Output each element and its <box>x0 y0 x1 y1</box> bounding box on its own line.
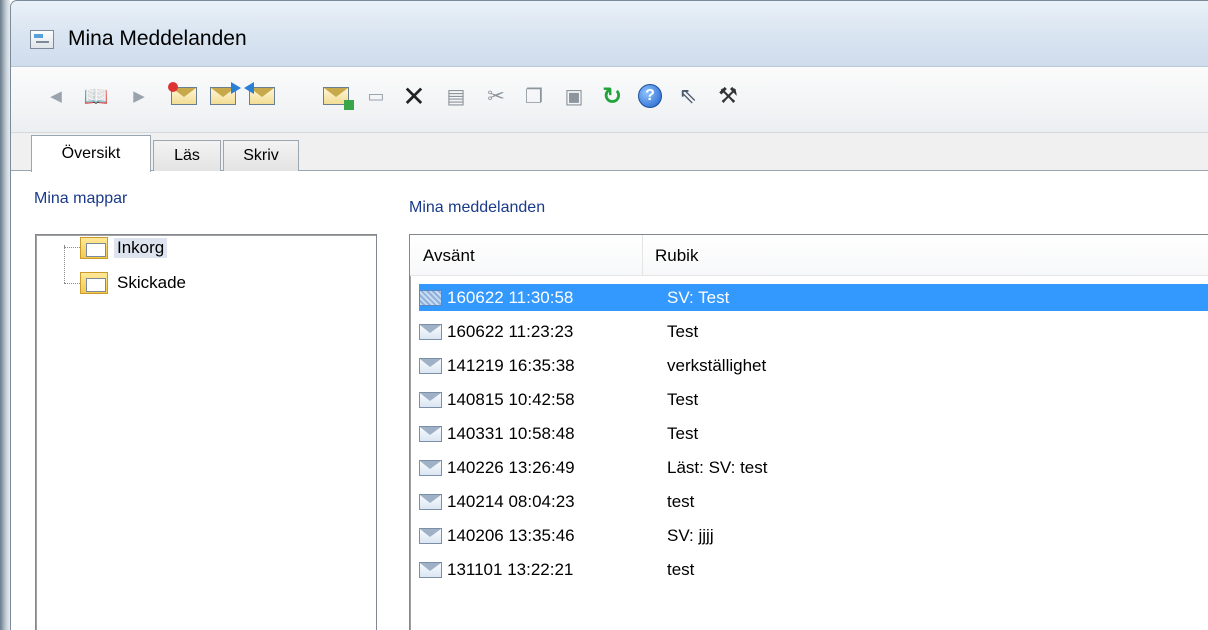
app-window: Mina Meddelanden ◀ 📖 ▶ ▭ ✕ ▤ ✂ ❐ ▣ ↻ ? ⇖… <box>10 0 1208 630</box>
window-icon <box>30 30 54 49</box>
message-icon <box>419 527 442 544</box>
print-icon[interactable]: ▤ <box>441 81 471 111</box>
message-list[interactable]: Avsänt Rubik 160622 11:30:58 SV: Test 16… <box>409 234 1208 630</box>
toolbar: ◀ 📖 ▶ ▭ ✕ ▤ ✂ ❐ ▣ ↻ ? ⇖ ⚒ <box>11 67 1208 195</box>
window-title: Mina Meddelanden <box>68 27 247 50</box>
table-row[interactable]: 140815 10:42:58 Test <box>419 386 1208 413</box>
message-icon <box>419 323 442 340</box>
message-icon <box>419 561 442 578</box>
message-icon <box>419 459 442 476</box>
message-icon <box>419 357 442 374</box>
table-row[interactable]: 140331 10:58:48 Test <box>419 420 1208 447</box>
table-row[interactable]: 160622 11:30:58 SV: Test <box>419 284 1208 311</box>
folder-skickade[interactable]: Skickade <box>80 271 189 295</box>
overview-panel: Mina mappar Inkorg Skickade Mina meddela… <box>11 171 1208 630</box>
cut-icon[interactable]: ✂ <box>481 81 511 111</box>
forward-message-icon[interactable] <box>247 81 277 111</box>
tab-las[interactable]: Läs <box>153 140 221 171</box>
cell-subject: SV: Test <box>667 287 730 307</box>
title-bar[interactable]: Mina Meddelanden <box>11 1 1208 67</box>
desktop-background <box>0 0 10 630</box>
table-row[interactable]: 141219 16:35:38 verkställighet <box>419 352 1208 379</box>
cell-subject: Test <box>667 321 699 341</box>
table-row[interactable]: 140226 13:26:49 Läst: SV: test <box>419 454 1208 481</box>
help-icon[interactable]: ? <box>635 81 665 111</box>
table-row[interactable]: 140214 08:04:23 test <box>419 488 1208 515</box>
cell-subject: Läst: SV: test <box>667 457 768 477</box>
cell-subject: verkställighet <box>667 355 767 375</box>
cell-sent: 160622 11:30:58 <box>447 287 574 307</box>
settings-icon[interactable]: ⚒ <box>713 81 743 111</box>
message-icon <box>419 289 442 306</box>
copy-icon[interactable]: ❐ <box>519 81 549 111</box>
back-arrow-icon[interactable]: ◀ <box>41 81 71 111</box>
cell-subject: SV: jjjj <box>667 525 714 545</box>
cell-sent: 141219 16:35:38 <box>447 355 575 375</box>
table-row[interactable]: 140206 13:35:46 SV: jjjj <box>419 522 1208 549</box>
paste-icon[interactable]: ▣ <box>559 81 589 111</box>
tree-connector <box>64 245 65 283</box>
message-icon <box>419 425 442 442</box>
delete-icon[interactable]: ✕ <box>399 81 429 112</box>
cell-sent: 140214 08:04:23 <box>447 491 575 511</box>
table-row[interactable]: 131101 13:22:21 test <box>419 556 1208 583</box>
reply-icon[interactable] <box>208 81 241 111</box>
move-message-icon[interactable] <box>321 81 354 111</box>
forward-arrow-icon[interactable]: ▶ <box>124 81 154 111</box>
folder-tree[interactable]: Inkorg Skickade <box>35 234 377 630</box>
cell-sent: 140815 10:42:58 <box>447 389 575 409</box>
cell-sent: 140226 13:26:49 <box>447 457 575 477</box>
message-icon <box>419 493 442 510</box>
tab-strip: Översikt Läs Skriv <box>11 134 1208 172</box>
cell-subject: Test <box>667 389 699 409</box>
cell-sent: 160622 11:23:23 <box>447 321 574 341</box>
cell-sent: 140331 10:58:48 <box>447 423 575 443</box>
cell-subject: test <box>667 491 695 511</box>
messages-title: Mina meddelanden <box>409 199 546 216</box>
column-header-subject[interactable]: Rubik <box>655 246 698 266</box>
folder-label: Skickade <box>117 273 186 292</box>
column-divider[interactable] <box>642 235 643 276</box>
cell-sent: 140206 13:35:46 <box>447 525 575 545</box>
whats-this-icon[interactable]: ⇖ <box>673 81 703 111</box>
folders-title: Mina mappar <box>34 190 128 207</box>
message-icon <box>419 391 442 408</box>
table-row[interactable]: 160622 11:23:23 Test <box>419 318 1208 345</box>
sent-folder-icon <box>80 272 108 294</box>
cell-subject: test <box>667 559 695 579</box>
inbox-folder-icon <box>80 237 108 259</box>
book-icon[interactable]: 📖 <box>81 81 111 111</box>
refresh-icon[interactable]: ↻ <box>597 81 627 111</box>
cell-subject: Test <box>667 423 699 443</box>
cell-sent: 131101 13:22:21 <box>447 559 574 579</box>
mark-icon[interactable]: ▭ <box>361 81 391 111</box>
list-header: Avsänt Rubik <box>410 235 1208 276</box>
tab-skriv[interactable]: Skriv <box>223 140 299 171</box>
folder-inkorg[interactable]: Inkorg <box>80 236 168 260</box>
column-header-sent[interactable]: Avsänt <box>423 246 475 266</box>
folder-label: Inkorg <box>114 238 168 258</box>
tab-oversikt[interactable]: Översikt <box>31 135 151 172</box>
new-message-icon[interactable] <box>168 81 199 111</box>
